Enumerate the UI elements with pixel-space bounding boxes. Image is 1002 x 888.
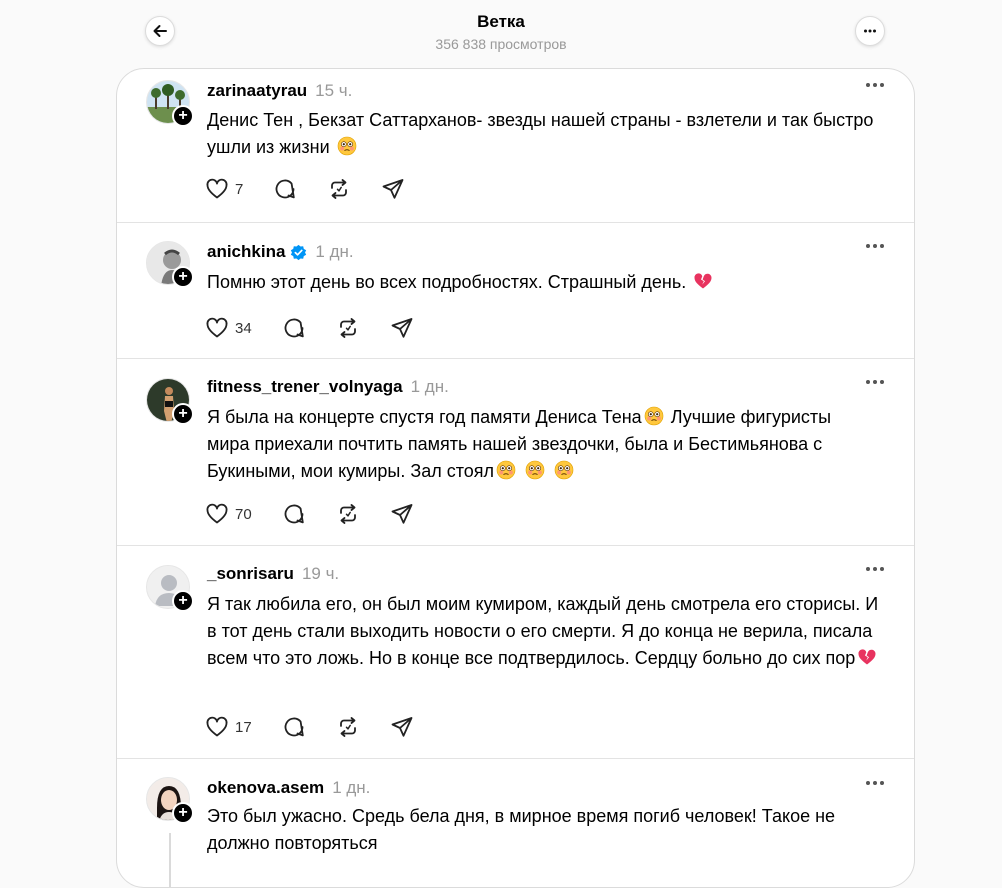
username[interactable]: fitness_trener_volnyaga <box>207 377 403 397</box>
heart-icon <box>205 715 229 739</box>
plus-icon[interactable]: + <box>172 105 194 127</box>
post-text: Денис Тен , Бекзат Саттарханов- звезды н… <box>207 110 879 157</box>
share-button[interactable] <box>390 316 414 340</box>
thread-options-button[interactable] <box>855 16 885 46</box>
share-button[interactable] <box>381 177 405 201</box>
repost-button[interactable] <box>336 316 360 340</box>
flushed-face-emoji <box>525 460 545 480</box>
reply-button[interactable] <box>282 316 306 340</box>
avatar[interactable]: + <box>146 80 194 128</box>
post-more-button[interactable] <box>866 567 884 571</box>
like-count: 70 <box>235 505 252 523</box>
heart-icon <box>205 177 229 201</box>
reply-button[interactable] <box>282 502 306 526</box>
thread-connector <box>169 833 171 887</box>
send-icon <box>390 316 414 340</box>
broken-heart-emoji <box>693 271 713 291</box>
thread-feed: + zarinaatyrau 15 ч. Денис Тен , Бекзат … <box>116 68 915 888</box>
repost-icon <box>336 316 360 340</box>
reply-button[interactable] <box>282 715 306 739</box>
plus-icon[interactable]: + <box>172 403 194 425</box>
share-button[interactable] <box>390 715 414 739</box>
post-actions: 70 <box>205 502 444 526</box>
username[interactable]: anichkina <box>207 242 285 262</box>
post-text: Помню этот день во всех подробностях. Ст… <box>207 269 882 296</box>
send-icon <box>390 715 414 739</box>
post-actions: 34 <box>205 316 444 340</box>
post-more-button[interactable] <box>866 781 884 785</box>
like-count: 7 <box>235 180 244 198</box>
username[interactable]: _sonrisaru <box>207 564 294 584</box>
repost-icon <box>336 715 360 739</box>
heart-icon <box>205 316 229 340</box>
thread-post: + okenova.asem 1 дн. Это был ужасно. Сре… <box>117 759 914 887</box>
post-text: Это был ужасно. Средь бела дня, в мирное… <box>207 806 841 853</box>
post-actions: 7 <box>205 177 435 201</box>
like-button[interactable]: 7 <box>205 177 243 201</box>
avatar[interactable]: + <box>146 378 194 426</box>
top-bar: Ветка 356 838 просмотров <box>0 0 1002 68</box>
comment-icon <box>282 502 306 526</box>
more-horizontal-icon <box>864 29 876 33</box>
send-icon <box>390 502 414 526</box>
thread-post: + fitness_trener_volnyaga 1 дн. Я была н… <box>117 359 914 546</box>
post-body: anichkina 1 дн. Помню этот день во всех … <box>117 223 914 359</box>
post-more-button[interactable] <box>866 83 884 87</box>
post-more-button[interactable] <box>866 244 884 248</box>
like-button[interactable]: 70 <box>205 502 252 526</box>
flushed-face-emoji <box>496 460 516 480</box>
post-time: 1 дн. <box>410 377 449 396</box>
repost-button[interactable] <box>336 715 360 739</box>
flushed-face-emoji <box>644 406 664 426</box>
repost-button[interactable] <box>336 502 360 526</box>
thread-post: + _sonrisaru 19 ч. Я так любила его, он … <box>117 546 914 759</box>
repost-icon <box>327 177 351 201</box>
plus-icon[interactable]: + <box>172 590 194 612</box>
flushed-face-emoji <box>554 460 574 480</box>
like-count: 17 <box>235 718 252 736</box>
flushed-face-emoji <box>337 136 357 156</box>
like-count: 34 <box>235 319 252 337</box>
verified-badge-icon <box>290 244 307 261</box>
repost-icon <box>336 502 360 526</box>
plus-icon[interactable]: + <box>172 802 194 824</box>
username[interactable]: zarinaatyrau <box>207 81 307 101</box>
avatar[interactable]: + <box>146 565 194 613</box>
repost-button[interactable] <box>327 177 351 201</box>
comment-icon <box>282 316 306 340</box>
comment-icon <box>273 177 297 201</box>
post-text: Я была на концерте спустя год памяти Ден… <box>207 406 837 481</box>
send-icon <box>381 177 405 201</box>
post-time: 15 ч. <box>315 81 353 100</box>
avatar[interactable]: + <box>146 777 194 825</box>
view-count: 356 838 просмотров <box>435 36 567 52</box>
comment-icon <box>282 715 306 739</box>
thread-post: + zarinaatyrau 15 ч. Денис Тен , Бекзат … <box>117 69 914 223</box>
broken-heart-emoji <box>857 647 877 667</box>
post-text: Я так любила его, он был моим кумиром, к… <box>207 594 884 668</box>
reply-button[interactable] <box>273 177 297 201</box>
like-button[interactable]: 34 <box>205 316 252 340</box>
post-actions: 17 <box>205 715 444 739</box>
heart-icon <box>205 502 229 526</box>
page-title: Ветка <box>477 12 525 31</box>
post-time: 19 ч. <box>301 564 340 583</box>
share-button[interactable] <box>390 502 414 526</box>
post-time: 1 дн. <box>332 778 371 797</box>
post-more-button[interactable] <box>866 380 884 384</box>
post-time: 1 дн. <box>315 242 354 261</box>
like-button[interactable]: 17 <box>205 715 252 739</box>
username[interactable]: okenova.asem <box>207 778 324 798</box>
